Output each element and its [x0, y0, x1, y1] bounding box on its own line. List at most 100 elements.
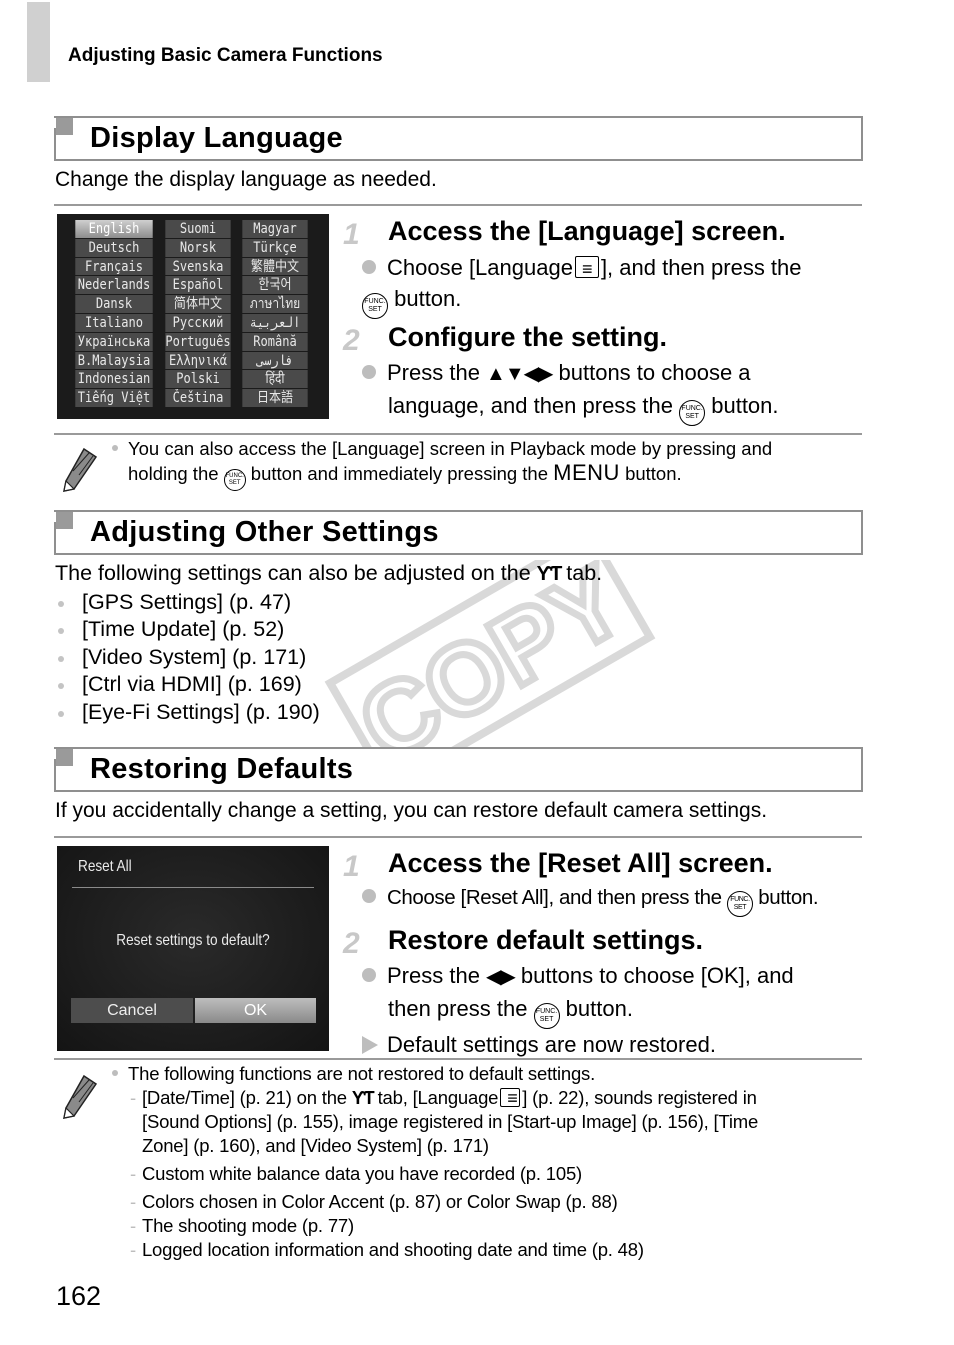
language-option: Türkçe	[242, 238, 308, 257]
section-marker-icon	[56, 512, 73, 529]
language-option: Ελληνικά	[165, 351, 231, 370]
list-item: [Ctrl via HDMI] (p. 169)	[55, 671, 602, 699]
list-item: [Video System] (p. 171)	[55, 644, 602, 672]
cancel-option: Cancel	[71, 998, 193, 1023]
screen-title: Reset All	[78, 858, 132, 875]
menu-button-label: MENU	[553, 460, 620, 485]
language-option: Norsk	[165, 238, 231, 257]
func-set-button-icon: FUNC. SET	[533, 1003, 560, 1029]
section-title: Adjusting Other Settings	[90, 516, 439, 548]
note-item: - [Date/Time] (p. 21) on the ƳƬ tab, [Lan…	[112, 1086, 758, 1158]
chapter-tab-marker	[27, 2, 50, 82]
language-option: Indonesian	[75, 370, 153, 389]
language-option: العربية	[242, 313, 308, 332]
bullet-icon	[112, 445, 118, 451]
setup-tab-icon: ƳƬ	[536, 563, 563, 585]
bullet-icon	[362, 365, 376, 379]
divider	[54, 1058, 862, 1060]
section-title: Display Language	[90, 122, 343, 154]
step-instruction: Press the ▲▼◀▶ buttons to choose a langu…	[362, 357, 779, 426]
language-option: B.Malaysia	[75, 351, 153, 370]
language-option: 繁體中文	[242, 257, 308, 276]
language-option: Svenska	[165, 257, 231, 276]
list-item: [Eye-Fi Settings] (p. 190)	[55, 699, 602, 727]
step-number: 2	[343, 927, 360, 960]
language-icon	[500, 1086, 521, 1110]
language-option: Français	[75, 257, 153, 276]
divider	[72, 887, 314, 888]
note-item: - Custom white balance data you have reco…	[130, 1163, 583, 1184]
language-option: فارسی	[242, 351, 308, 370]
language-option: Suomi	[165, 220, 231, 238]
pencil-note-icon	[63, 1074, 98, 1119]
language-option: ภาษาไทย	[242, 295, 308, 313]
note-item: - Colors chosen in Color Accent (p. 87) o…	[130, 1191, 618, 1212]
language-option: Português	[165, 332, 231, 351]
language-option: 한국어	[242, 276, 308, 295]
language-option: Română	[242, 332, 308, 351]
page-number: 162	[56, 1281, 102, 1311]
language-option: Magyar	[242, 220, 308, 238]
step-instruction: Press the ◀▶ buttons to choose [OK], and…	[362, 960, 794, 1060]
reset-all-screen-image: Reset All Reset settings to default? Can…	[57, 846, 329, 1051]
section-intro: The following settings can also be adjus…	[55, 561, 603, 585]
language-icon	[574, 254, 599, 285]
step-instruction: Choose [Language], and then press the FU…	[362, 252, 802, 319]
note-item: - Logged location information and shootin…	[130, 1239, 644, 1260]
language-option: 简体中文	[165, 295, 231, 313]
screen-question: Reset settings to default?	[116, 932, 270, 949]
divider	[54, 433, 862, 435]
func-set-button-icon: FUNC. SET	[362, 293, 388, 319]
language-option: Deutsch	[75, 238, 153, 257]
left-right-buttons-icon: ◀▶	[486, 966, 516, 988]
running-head: Adjusting Basic Camera Functions	[68, 45, 383, 66]
step-number: 1	[343, 218, 360, 251]
language-option: 日本語	[242, 389, 308, 407]
section-header-other-settings: Adjusting Other Settings	[54, 510, 863, 555]
language-option: Čeština	[165, 389, 231, 407]
func-set-button-icon: FUNC. SET	[223, 469, 246, 491]
language-option: हिंदी	[242, 370, 308, 389]
section-marker-icon	[56, 749, 73, 766]
pencil-note-icon	[63, 447, 98, 492]
language-option: Español	[165, 276, 231, 295]
step-title: Restore default settings.	[388, 925, 704, 955]
language-option: Русский	[165, 313, 231, 332]
section-title: Restoring Defaults	[90, 753, 354, 785]
language-option: Nederlands	[75, 276, 153, 295]
step-number: 2	[343, 324, 360, 357]
result-arrow-icon	[362, 1036, 378, 1054]
section-marker-icon	[56, 118, 73, 135]
language-option: English	[75, 220, 153, 238]
note-item: - The shooting mode (p. 77)	[130, 1215, 354, 1236]
language-option: Українська	[75, 332, 153, 351]
divider	[54, 204, 862, 206]
divider	[54, 836, 862, 838]
bullet-icon	[112, 1070, 118, 1076]
func-set-button-icon: FUNC. SET	[726, 891, 753, 917]
section-header-restoring-defaults: Restoring Defaults	[54, 747, 863, 792]
note-text: The following functions are not restored…	[112, 1062, 758, 1262]
ok-option: OK	[195, 998, 316, 1023]
section-intro: Change the display language as needed.	[55, 168, 437, 191]
bullet-icon	[362, 968, 376, 982]
direction-buttons-icon: ▲▼◀▶	[486, 363, 553, 385]
other-settings-list: The following settings can also be adjus…	[55, 560, 602, 727]
section-intro: If you accidentally change a setting, yo…	[55, 799, 768, 822]
bullet-icon	[362, 260, 376, 274]
language-option: Dansk	[75, 295, 153, 313]
language-option: Tiếng Việt	[75, 389, 153, 407]
func-set-button-icon: FUNC. SET	[679, 400, 706, 426]
language-option: Italiano	[75, 313, 153, 332]
setup-tab-icon: ƳƬ	[351, 1088, 375, 1108]
step-instruction: Choose [Reset All], and then press the F…	[362, 882, 819, 917]
language-option: Polski	[165, 370, 231, 389]
step-title: Access the [Language] screen.	[388, 216, 786, 246]
language-grid: English Suomi Magyar Deutsch Norsk Türkçe Fran…	[69, 220, 315, 407]
step-title: Configure the setting.	[388, 322, 667, 352]
note-text: You can also access the [Language] scree…	[112, 437, 772, 491]
language-screen-image: English Suomi Magyar Deutsch Norsk Türkçe Fran…	[57, 214, 329, 419]
bullet-icon	[362, 889, 376, 903]
section-header-display-language: Display Language	[54, 116, 863, 161]
list-item: [Time Update] (p. 52)	[55, 616, 602, 644]
